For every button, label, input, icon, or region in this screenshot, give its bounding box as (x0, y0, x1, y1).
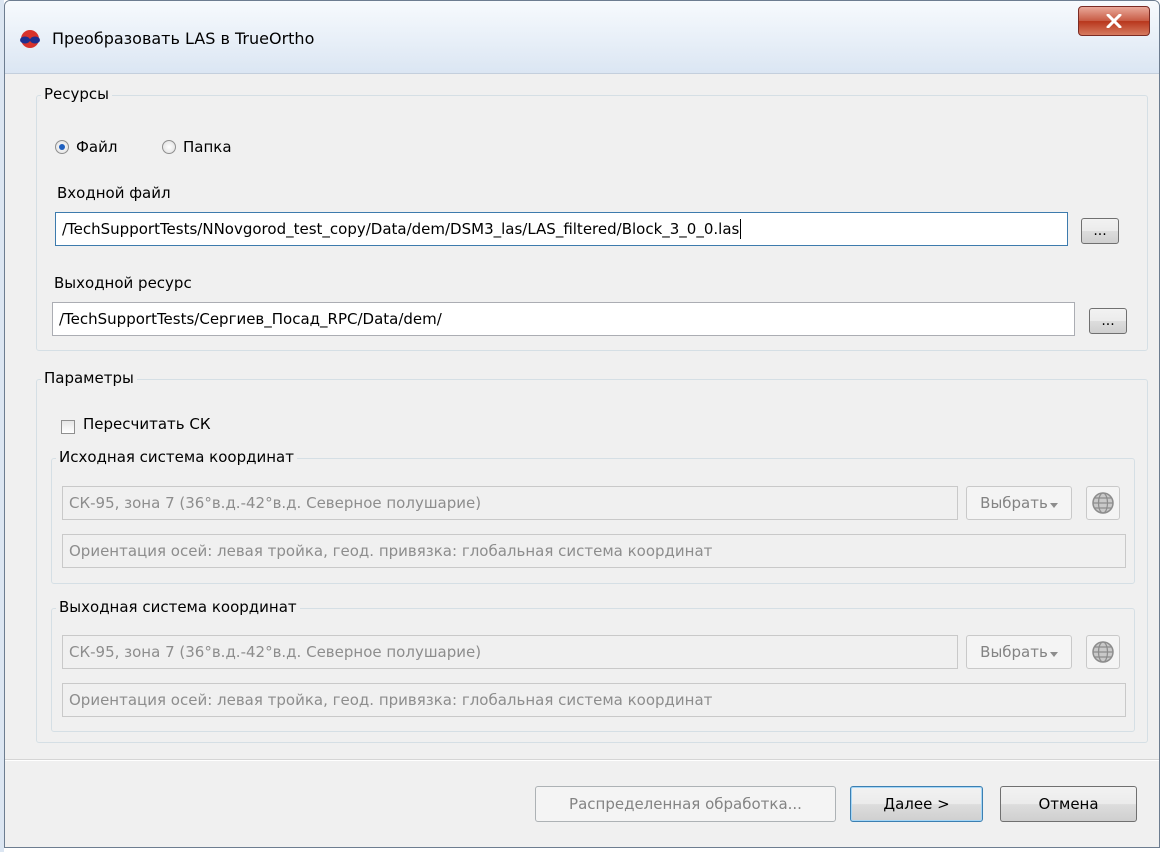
recalc-cs-label: Пересчитать СК (83, 415, 211, 433)
output-resource-field[interactable]: /TechSupportTests/Сергиев_Посад_RPC/Data… (52, 302, 1075, 336)
browse-input-button[interactable]: ... (1081, 218, 1119, 244)
globe-icon (1092, 641, 1114, 663)
source-cs-select-label: Выбрать (980, 494, 1048, 512)
resources-group-title: Ресурсы (41, 85, 113, 103)
target-orientation-field[interactable]: Ориентация осей: левая тройка, геод. при… (62, 683, 1126, 717)
dialog-body: Ресурсы Файл Папка Входной файл /TechSup… (5, 73, 1159, 847)
app-logo-icon (20, 30, 40, 48)
close-icon (1106, 14, 1122, 28)
footer-divider (5, 759, 1159, 760)
chevron-down-icon (1049, 503, 1058, 508)
radio-file-indicator[interactable] (55, 140, 69, 154)
input-file-label: Входной файл (57, 184, 171, 202)
target-orientation-value: Ориентация осей: левая тройка, геод. при… (69, 691, 713, 709)
radio-folder-indicator[interactable] (162, 140, 176, 154)
source-cs-group: Исходная система координат СК-95, зона 7… (51, 448, 1135, 584)
output-resource-label: Выходной ресурс (54, 274, 192, 292)
output-resource-value: /TechSupportTests/Сергиев_Посад_RPC/Data… (59, 310, 442, 328)
radio-file-label: Файл (76, 138, 118, 156)
footer-bar: Распределенная обработка... Далее > Отме… (5, 761, 1159, 847)
recalc-cs-checkbox[interactable] (61, 420, 75, 434)
input-file-value: /TechSupportTests/NNovgorod_test_copy/Da… (62, 220, 740, 238)
window-title: Преобразовать LAS в TrueOrtho (52, 29, 315, 48)
source-orientation-field[interactable]: Ориентация осей: левая тройка, геод. при… (62, 534, 1126, 568)
target-cs-group-title: Выходная система координат (56, 598, 300, 616)
source-orientation-value: Ориентация осей: левая тройка, геод. при… (69, 542, 713, 560)
radio-file[interactable]: Файл (55, 138, 117, 156)
title-bar[interactable]: Преобразовать LAS в TrueOrtho (5, 1, 1159, 74)
distributed-processing-label: Распределенная обработка... (569, 795, 802, 813)
radio-folder-label: Папка (183, 138, 232, 156)
target-cs-select-button[interactable]: Выбрать (966, 635, 1072, 669)
resources-group: Ресурсы Файл Папка Входной файл /TechSup… (36, 85, 1148, 351)
cancel-label: Отмена (1038, 795, 1099, 813)
input-file-field[interactable]: /TechSupportTests/NNovgorod_test_copy/Da… (55, 212, 1068, 246)
source-cs-select-button[interactable]: Выбрать (966, 486, 1072, 520)
target-cs-select-label: Выбрать (980, 643, 1048, 661)
source-cs-group-title: Исходная система координат (56, 448, 297, 466)
text-caret (740, 219, 742, 239)
browse-output-button[interactable]: ... (1089, 308, 1127, 334)
close-button[interactable] (1078, 6, 1150, 36)
browse-output-label: ... (1101, 313, 1115, 329)
next-label: Далее > (883, 795, 950, 813)
radio-folder[interactable]: Папка (162, 138, 232, 156)
target-cs-value: СК-95, зона 7 (36°в.д.-42°в.д. Северное … (69, 643, 482, 661)
chevron-down-icon (1049, 652, 1058, 657)
target-cs-group: Выходная система координат СК-95, зона 7… (51, 598, 1135, 732)
target-cs-globe-button[interactable] (1086, 635, 1120, 669)
parameters-group-title: Параметры (41, 369, 137, 387)
cancel-button[interactable]: Отмена (1000, 786, 1137, 822)
browse-input-label: ... (1093, 223, 1107, 239)
next-button[interactable]: Далее > (850, 786, 983, 822)
convert-las-dialog: Преобразовать LAS в TrueOrtho Ресурсы Фа… (4, 0, 1160, 848)
target-cs-field[interactable]: СК-95, зона 7 (36°в.д.-42°в.д. Северное … (62, 635, 958, 669)
source-cs-field[interactable]: СК-95, зона 7 (36°в.д.-42°в.д. Северное … (62, 486, 958, 520)
source-cs-globe-button[interactable] (1086, 486, 1120, 520)
parameters-group: Параметры Пересчитать СК Исходная систем… (36, 369, 1148, 743)
distributed-processing-button[interactable]: Распределенная обработка... (535, 786, 836, 822)
globe-icon (1092, 492, 1114, 514)
source-cs-value: СК-95, зона 7 (36°в.д.-42°в.д. Северное … (69, 494, 482, 512)
